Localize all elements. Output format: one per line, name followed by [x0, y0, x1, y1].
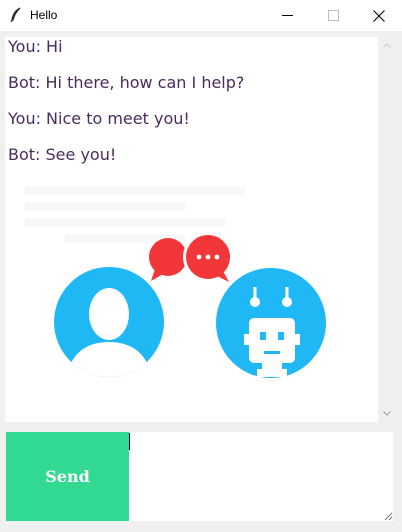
maximize-button[interactable] — [310, 0, 356, 31]
close-icon — [373, 9, 385, 22]
feather-icon — [10, 7, 21, 23]
robot-avatar-icon — [216, 268, 326, 378]
window-title: Hello — [30, 8, 58, 22]
close-button[interactable] — [356, 0, 402, 31]
chat-message: Bot: See you! — [8, 145, 117, 164]
chat-bubbles-icon — [149, 232, 233, 282]
scroll-up-button[interactable] — [378, 37, 395, 54]
maximize-icon — [327, 10, 339, 21]
chat-message: You: Hi — [8, 37, 63, 56]
chevron-up-icon — [382, 43, 391, 48]
title-bar: Hello — [0, 0, 402, 31]
user-avatar-icon — [54, 267, 164, 377]
chat-log[interactable]: You: Hi Bot: Hi there, how can I help? Y… — [5, 37, 378, 422]
text-cursor — [129, 433, 130, 450]
send-button[interactable]: Send — [6, 432, 129, 521]
chat-message: Bot: Hi there, how can I help? — [8, 73, 245, 92]
chat-scrollbar[interactable] — [378, 37, 395, 422]
chat-illustration — [25, 187, 326, 378]
minimize-icon — [281, 15, 293, 16]
minimize-button[interactable] — [264, 0, 310, 31]
app-window: Hello You: Hi Bot: Hi there, how can I h… — [0, 0, 402, 532]
scroll-down-button[interactable] — [378, 405, 395, 422]
message-input[interactable] — [129, 432, 393, 521]
chat-message: You: Nice to meet you! — [8, 109, 190, 128]
chevron-down-icon — [382, 411, 391, 416]
